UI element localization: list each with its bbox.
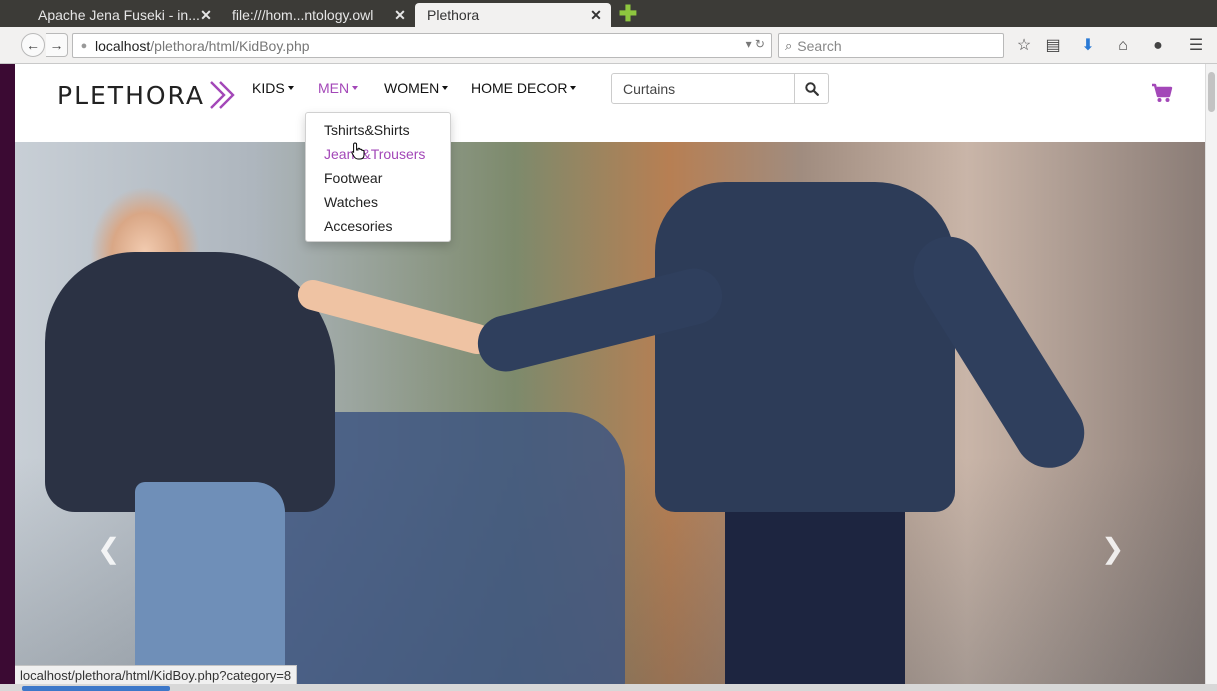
url-host: localhost — [95, 37, 151, 54]
menu-icon[interactable]: ☰ — [1186, 36, 1206, 56]
caret-down-icon — [287, 86, 294, 90]
nav-home-decor-label: HOME DECOR — [471, 80, 568, 96]
logo-arrow-icon — [210, 81, 235, 109]
browser-search-input[interactable]: ⌕ Search — [778, 33, 1004, 58]
page-scrollbar[interactable] — [1205, 64, 1217, 684]
nav-kids-label: KIDS — [252, 80, 285, 96]
browser-tab-strip: Apache Jena Fuseki - in... ✕ file:///hom… — [0, 0, 1217, 27]
caret-down-icon — [442, 86, 449, 90]
search-icon — [804, 81, 819, 96]
home-icon[interactable]: ⌂ — [1113, 36, 1133, 56]
cart-icon[interactable] — [1151, 82, 1173, 104]
tab-label: file:///hom...ntology.owl — [232, 7, 374, 23]
url-bar[interactable]: ● localhost /plethora/html/KidBoy.php ▾ … — [72, 33, 772, 58]
bottom-strip — [0, 684, 1217, 691]
site-info-icon[interactable]: ● — [73, 40, 95, 52]
bookmark-star-icon[interactable]: ☆ — [1014, 36, 1034, 56]
site-search-button[interactable] — [794, 74, 828, 103]
hero-man-jeans-shape — [725, 482, 905, 684]
tab-ontology[interactable]: file:///hom...ntology.owl ✕ — [220, 3, 415, 27]
site-search — [611, 73, 829, 104]
menu-item-jeans-trousers[interactable]: Jeans&Trousers — [306, 142, 450, 166]
scrollbar-thumb[interactable] — [1208, 72, 1215, 112]
site-logo[interactable]: PLETHORA — [57, 79, 239, 111]
new-tab-icon[interactable]: ✚ — [618, 3, 638, 25]
tab-fuseki[interactable]: Apache Jena Fuseki - in... ✕ — [26, 3, 221, 27]
tab-label: Plethora — [427, 7, 480, 23]
menu-item-watches[interactable]: Watches — [306, 190, 450, 214]
menu-item-tshirts-shirts[interactable]: Tshirts&Shirts — [306, 118, 450, 142]
web-page: PLETHORA KIDS MEN WOMEN HOME DECOR Curta… — [15, 64, 1205, 684]
hero-carousel-image: ❮ ❯ — [15, 142, 1205, 684]
forward-icon[interactable]: → — [46, 33, 68, 57]
men-dropdown-menu: Tshirts&Shirts Jeans&Trousers Footwear W… — [305, 112, 451, 242]
nav-kids[interactable]: KIDS — [252, 80, 294, 96]
search-placeholder: Search — [797, 37, 842, 54]
progress-bar — [22, 686, 170, 691]
nav-men-label: MEN — [318, 80, 350, 96]
menu-item-accesories[interactable]: Accesories — [306, 214, 450, 238]
tab-label: Apache Jena Fuseki - in... — [38, 7, 199, 23]
status-url: localhost/plethora/html/KidBoy.php?categ… — [15, 665, 298, 685]
chevron-right-icon[interactable]: ❯ — [1101, 532, 1124, 565]
browser-navbar: ← → ● localhost /plethora/html/KidBoy.ph… — [0, 27, 1217, 64]
close-icon[interactable]: ✕ — [199, 7, 213, 24]
reload-icon[interactable]: ▾ ↻ — [746, 37, 765, 51]
nav-women[interactable]: WOMEN — [384, 80, 449, 96]
chat-icon[interactable]: ● — [1148, 36, 1168, 56]
hand-cursor-icon — [351, 142, 365, 160]
nav-women-label: WOMEN — [384, 80, 440, 96]
close-icon[interactable]: ✕ — [589, 7, 603, 24]
hero-man-shape — [655, 182, 955, 512]
caret-down-icon — [570, 86, 577, 90]
close-icon[interactable]: ✕ — [393, 7, 407, 24]
download-icon[interactable]: ⬇ — [1078, 36, 1098, 56]
reading-list-icon[interactable]: ▤ — [1043, 36, 1063, 56]
caret-down-icon — [352, 86, 359, 90]
url-path: /plethora/html/KidBoy.php — [150, 37, 310, 54]
logo-text: PLETHORA — [57, 80, 206, 110]
search-icon: ⌕ — [785, 37, 793, 53]
nav-men[interactable]: MEN — [318, 80, 359, 96]
menu-item-footwear[interactable]: Footwear — [306, 166, 450, 190]
back-icon[interactable]: ← — [21, 33, 45, 57]
nav-home-decor[interactable]: HOME DECOR — [471, 80, 577, 96]
chevron-left-icon[interactable]: ❮ — [97, 532, 120, 565]
hero-woman-jeans-shape — [135, 482, 285, 684]
hero-woman-shape — [45, 252, 335, 512]
site-search-input[interactable] — [612, 74, 794, 103]
tab-plethora[interactable]: Plethora ✕ — [415, 3, 611, 27]
